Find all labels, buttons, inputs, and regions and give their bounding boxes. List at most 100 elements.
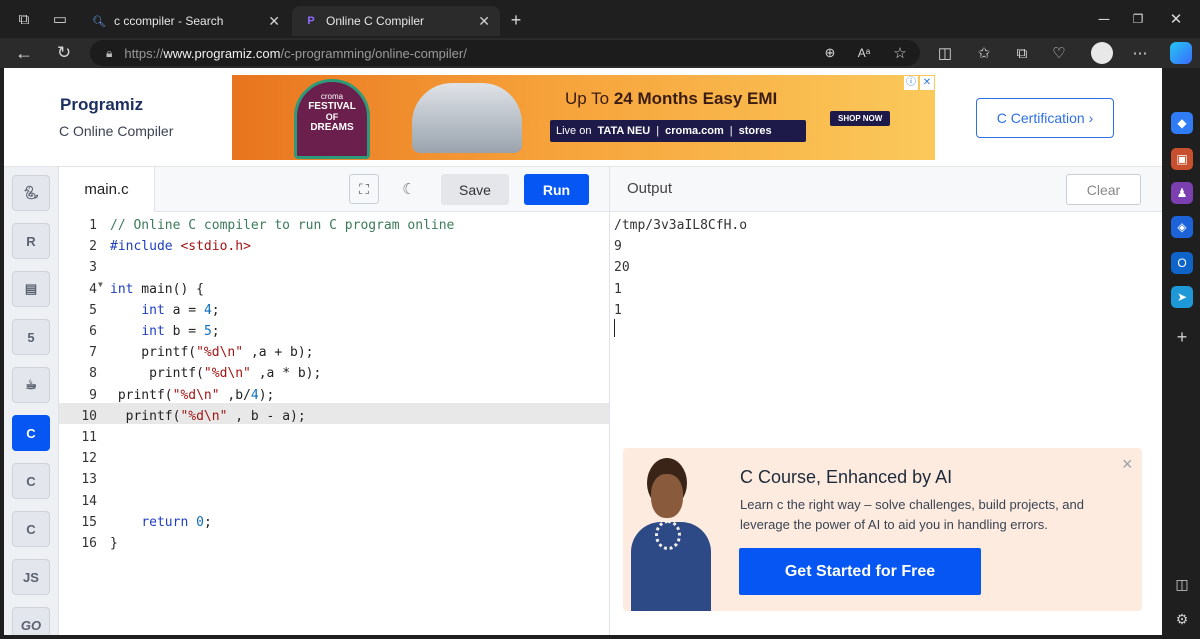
get-started-button[interactable]: Get Started for Free [739,548,981,595]
copilot-sidebar-icon[interactable]: ◈ [1171,216,1193,238]
fold-arrow-icon[interactable]: ▼ [98,280,103,289]
output-line: 20 [614,260,630,276]
fullscreen-icon: ⛶ [359,180,369,197]
croma-small-logo: croma [320,92,344,101]
appliances-image [412,83,522,153]
line-number: 15 [81,514,97,530]
ai-course-promo: C Course, Enhanced by AI Learn c the rig… [623,448,1142,611]
c-language-icon-active[interactable]: C [12,415,50,451]
python-icon[interactable]: 🐍︎ [12,175,50,211]
read-aloud-icon[interactable]: Aᵃ [852,41,876,65]
ad-info-icon[interactable]: ⓘ [904,76,918,90]
site-header: Programiz C Online Compiler croma FESTIV… [4,68,1162,167]
run-button[interactable]: Run [524,174,589,205]
c-certification-button[interactable]: C Certification › [976,98,1114,138]
close-icon[interactable]: ✕ [268,13,280,30]
editor-toolbar: main.c ⛶ ☾ Save Run [59,167,610,212]
code-line: // Online C compiler to run C program on… [110,218,455,233]
go-icon[interactable]: GO [12,607,50,635]
clear-label: Clear [1086,181,1121,198]
java-icon[interactable]: ☕︎ [12,367,50,403]
text-cursor [614,319,615,337]
html5-icon[interactable]: 5 [12,319,50,355]
telegram-icon[interactable]: ➤ [1171,286,1193,308]
output-line: 1 [614,302,622,318]
new-tab-icon[interactable]: + [504,8,528,32]
promo-close-icon[interactable]: × [1122,454,1133,475]
close-icon[interactable]: ✕ [478,13,490,30]
code-editor[interactable]: ▼ 1 2 3 4 5 6 7 8 9 10 11 12 13 14 15 16 // Online C co… [59,212,610,635]
restore-icon[interactable]: ❐ [1126,7,1150,31]
promo-body-line: leverage the power of AI to aid you in h… [740,517,1048,532]
festival-line: DREAMS [310,122,354,133]
promo-body: Learn c the right way – solve challenges… [740,495,1084,535]
clear-button[interactable]: Clear [1066,174,1141,205]
minimize-icon[interactable]: ─ [1092,7,1116,31]
programiz-logo[interactable]: Programiz [60,95,143,115]
shop-now-button[interactable]: SHOP NOW [830,111,891,126]
festival-line: OF [325,112,339,122]
refresh-icon[interactable]: ↻ [52,41,76,65]
line-number: 4 [89,281,97,297]
run-label: Run [542,181,571,198]
ad-live-strip: Live on TATA NEU | croma.com | stores [550,120,806,142]
code-line: return 0; [141,514,212,530]
url-path: /c-programming/online-compiler/ [280,45,467,61]
favorite-star-icon[interactable]: ☆ [888,41,912,65]
more-menu-icon[interactable]: ⋯ [1128,41,1152,65]
address-bar-row: ← ↻ 🔒︎ https://www.programiz.com/c-progr… [0,38,1200,68]
back-icon[interactable]: ← [12,41,36,65]
separator: | [656,125,660,137]
split-screen-icon[interactable]: ◫ [933,41,957,65]
tools-icon[interactable]: ▣ [1171,148,1193,170]
javascript-icon[interactable]: JS [12,559,50,595]
outlook-icon[interactable]: O [1171,252,1193,274]
add-icon[interactable]: + [1171,326,1193,348]
cpp-icon[interactable]: C [12,463,50,499]
go-label: GO [20,617,42,633]
line-number: 3 [89,260,97,276]
tata-neu-text: TATA NEU [597,125,651,137]
tab-label: c ccompiler - Search [114,14,224,28]
certification-label: C Certification › [996,110,1094,126]
favorites-icon[interactable]: ✩ [972,41,996,65]
fullscreen-button[interactable]: ⛶ [349,174,379,204]
ad-headline: Up To 24 Months Easy EMI [565,89,778,108]
url-field[interactable]: 🔒︎ https://www.programiz.com/c-programmi… [90,40,920,66]
line-number: 9 [89,387,97,403]
save-button[interactable]: Save [441,174,509,205]
zoom-icon[interactable]: ⊕ [818,41,842,65]
necklace-shape [655,520,681,550]
theme-toggle-button[interactable]: ☾ [394,174,424,204]
performance-icon[interactable]: ♡ [1047,41,1071,65]
tab-online-compiler[interactable]: P Online C Compiler ✕ [292,6,500,36]
collections-icon[interactable]: ⧉ [1010,41,1034,65]
line-number: 12 [81,451,97,467]
games-icon[interactable]: ♟ [1171,182,1193,204]
ad-close-icon[interactable]: ✕ [920,76,934,90]
file-tab[interactable]: main.c [59,167,155,212]
tag-icon[interactable]: ◆ [1171,112,1193,134]
copilot-icon[interactable] [1170,42,1192,64]
settings-icon[interactable]: ⚙ [1171,608,1193,630]
save-label: Save [459,181,491,198]
page-subtitle: C Online Compiler [59,123,174,139]
line-number: 1 [89,218,97,233]
output-toolbar: Output Clear [610,167,1162,212]
sidebar-toggle-icon[interactable]: ◫ [1171,573,1193,595]
ad-banner[interactable]: croma FESTIVAL OF DREAMS Up To 24 Months… [232,75,935,160]
sql-database-icon[interactable]: ▤ [12,271,50,307]
window-close-icon[interactable]: ✕ [1164,7,1188,31]
line-number: 5 [89,302,97,318]
r-icon[interactable]: R [12,223,50,259]
csharp-icon[interactable]: C [12,511,50,547]
lock-icon: 🔒︎ [106,45,113,60]
workspaces-icon[interactable]: ⧉ [12,7,36,31]
line-number: 7 [89,345,97,361]
profile-avatar[interactable] [1091,42,1113,64]
line-number: 13 [81,472,97,488]
tab-actions-icon[interactable]: ▭ [48,7,72,31]
tab-search[interactable]: 🔍︎ c ccompiler - Search ✕ [80,6,290,36]
output-line: 9 [614,239,622,255]
web-page: Programiz C Online Compiler croma FESTIV… [4,68,1162,635]
